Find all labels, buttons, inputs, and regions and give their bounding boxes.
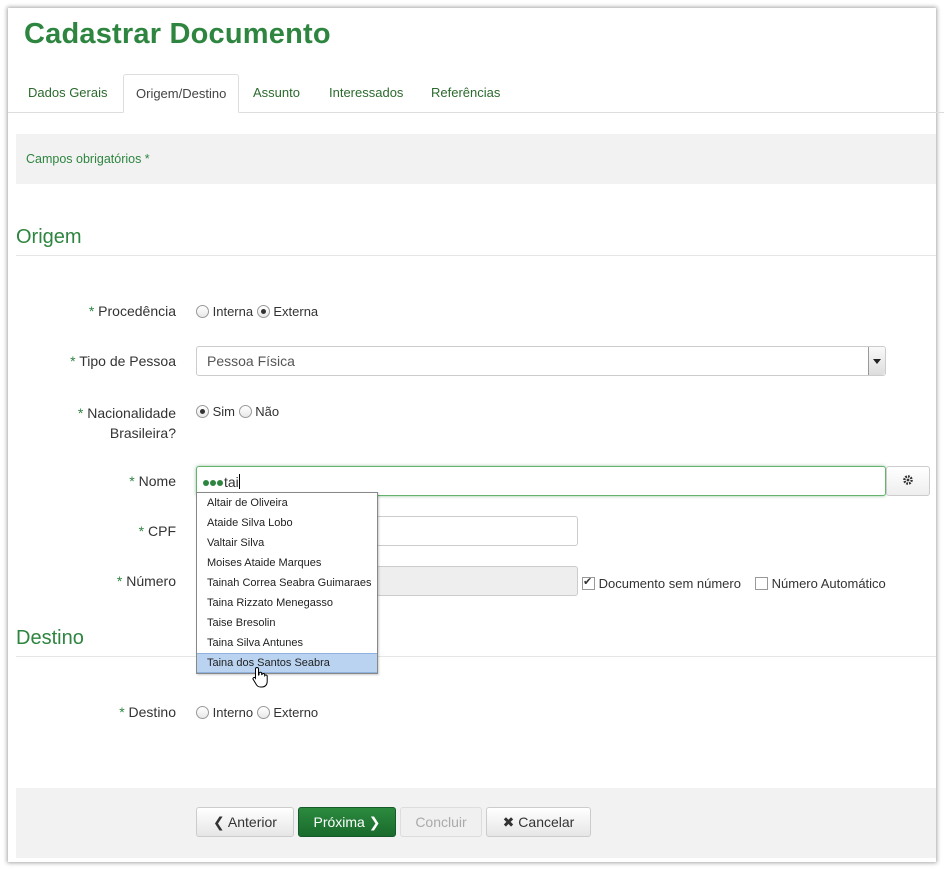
destino-externo-radio[interactable] [256,706,270,719]
autocomplete-item[interactable]: Altair de Oliveira [197,493,377,513]
sem-numero-option: Documento sem número [582,575,741,591]
procedencia-externa-label: Externa [273,304,319,319]
destino-options: Interno Externo [196,705,318,720]
sem-numero-label: Documento sem número [598,576,741,591]
cancelar-button[interactable]: ✖ Cancelar [486,807,591,837]
numero-automatico-checkbox[interactable] [755,577,768,590]
required-fields-note: Campos obrigatórios * [16,134,936,184]
destino-label: * Destino [119,704,176,720]
tab-referencias[interactable]: Referências [419,74,512,111]
procedencia-interna-label: Interna [212,304,254,319]
procedencia-interna-radio[interactable] [196,305,209,318]
tipo-pessoa-label: * Tipo de Pessoa [70,353,176,369]
nacionalidade-options: Sim Não [196,404,279,419]
autocomplete-item[interactable]: Tainah Correa Seabra Guimaraes [197,573,377,593]
tipo-pessoa-select[interactable]: Pessoa Física [196,346,886,376]
chevron-down-icon[interactable] [868,347,885,375]
nacionalidade-sim-label: Sim [212,404,236,419]
autocomplete-item[interactable]: Taise Bresolin [197,613,377,633]
concluir-button[interactable]: Concluir [400,807,482,837]
autocomplete-item[interactable]: Ataide Silva Lobo [197,513,377,533]
anterior-button[interactable]: ❮ Anterior [196,807,294,837]
text-caret [238,474,240,489]
destino-externo-label: Externo [273,705,319,720]
nacionalidade-sim-radio[interactable] [196,405,209,418]
section-origem-title: Origem [16,226,82,248]
autocomplete-item[interactable]: Valtair Silva [197,533,377,553]
destino-interno-radio[interactable] [196,706,209,719]
numero-label: * Número [116,573,176,589]
form-footer: ❮ Anterior Próxima ❯ Concluir ✖ Cancelar [16,788,936,858]
section-divider [16,656,936,657]
section-destino-title: Destino [16,627,84,649]
chevron-right-icon: ❯ [368,814,381,830]
destino-interno-label: Interno [212,705,254,720]
procedencia-label: * Procedência [88,303,176,319]
tab-origem-destino[interactable]: Origem/Destino [123,74,240,113]
tab-dados-gerais[interactable]: Dados Gerais [16,74,119,111]
procedencia-externa-radio[interactable] [256,305,270,318]
required-star: * [88,303,95,319]
tipo-pessoa-value: Pessoa Física [207,353,295,369]
nacionalidade-nao-label: Não [255,404,280,419]
chevron-left-icon: ❮ [213,814,225,830]
numero-automatico-label: Número Automático [771,576,886,591]
nome-autocomplete-list: Altair de Oliveira Ataide Silva Lobo Val… [196,492,378,674]
main-frame: Cadastrar Documento Dados Gerais Origem/… [8,8,944,862]
loading-dots-icon [203,467,224,495]
nome-options-button[interactable] [886,466,930,496]
autocomplete-item[interactable]: Moises Ataide Marques [197,553,377,573]
close-icon: ✖ [502,814,515,830]
nacionalidade-nao-radio[interactable] [238,405,252,418]
autocomplete-item-highlighted[interactable]: Taina dos Santos Seabra [197,653,377,673]
tab-assunto[interactable]: Assunto [241,74,312,111]
gear-icon [902,473,914,488]
nacionalidade-label: * Nacionalidade Brasileira? [77,405,176,441]
section-divider [16,255,936,256]
autocomplete-item[interactable]: Taina Rizzato Menegasso [197,593,377,613]
numero-automatico-option: Número Automático [755,576,886,591]
procedencia-options: Interna Externa [196,304,318,319]
nome-label: * Nome [129,473,176,489]
page-title: Cadastrar Documento [24,18,331,50]
cpf-label: * CPF [138,523,176,539]
sem-numero-checkbox[interactable] [582,575,595,590]
tab-bar: Dados Gerais Origem/Destino Assunto Inte… [8,74,944,113]
required-fields-text: Campos obrigatórios * [26,152,150,166]
proxima-button[interactable]: Próxima ❯ [298,807,396,837]
autocomplete-item[interactable]: Taina Silva Antunes [197,633,377,653]
tab-interessados[interactable]: Interessados [317,74,415,111]
hand-pointer-cursor-icon [252,666,268,693]
nome-input-value: tai [224,474,239,490]
